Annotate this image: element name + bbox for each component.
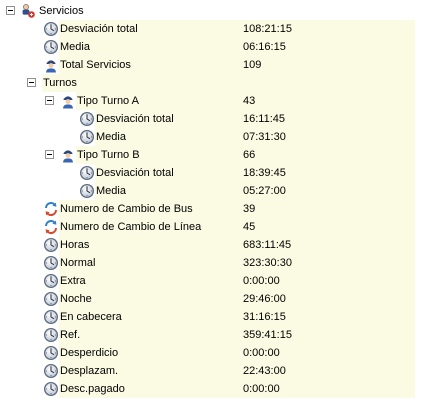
tree-row-desplazam[interactable]: Desplazam. 22:43:00 <box>0 362 441 380</box>
tree-row-label: Tipo Turno B <box>77 149 140 161</box>
tree-row-tipo-turno-b[interactable]: Tipo Turno B 66 <box>0 146 441 164</box>
tree-row-turnos[interactable]: Turnos <box>0 74 441 92</box>
tree-row-value: 0:00:00 <box>243 275 280 287</box>
clock-icon <box>79 165 95 181</box>
collapse-toggle[interactable] <box>45 96 54 105</box>
tree-row-value: 05:27:00 <box>243 185 286 197</box>
tree-row-label: Media <box>96 131 126 143</box>
tree-row-value: 39 <box>243 203 256 215</box>
tree-row-label: Numero de Cambio de Línea <box>60 221 202 233</box>
tree-row-value: 109 <box>243 59 262 71</box>
clock-icon <box>43 255 59 271</box>
tree-row-label: Numero de Cambio de Bus <box>60 203 193 215</box>
clock-icon <box>43 39 59 55</box>
tree-row-label: Noche <box>60 293 92 305</box>
services-group-icon <box>20 3 36 19</box>
tree-row-label: Total Servicios <box>60 59 131 71</box>
tree-row-cambio-bus[interactable]: Numero de Cambio de Bus 39 <box>0 200 441 218</box>
row-highlight <box>59 236 415 254</box>
tree-row-turno-b-media[interactable]: Media 05:27:00 <box>0 182 441 200</box>
clock-icon <box>43 237 59 253</box>
tree-row-label: Media <box>60 41 90 53</box>
tree-row-label: Extra <box>60 275 86 287</box>
person-icon <box>60 147 76 163</box>
tree-row-label: En cabecera <box>60 311 122 323</box>
tree-row-value: 0:00:00 <box>243 383 280 395</box>
row-highlight <box>59 38 415 56</box>
tree-row-extra[interactable]: Extra 0:00:00 <box>0 272 441 290</box>
tree-row-cambio-linea[interactable]: Numero de Cambio de Línea 45 <box>0 218 441 236</box>
tree-row-label: Desviación total <box>96 113 174 125</box>
row-highlight <box>59 254 415 272</box>
tree-row-tipo-turno-a[interactable]: Tipo Turno A 43 <box>0 92 441 110</box>
tree-row-value: 323:30:30 <box>243 257 292 269</box>
tree-row-desperdicio[interactable]: Desperdicio 0:00:00 <box>0 344 441 362</box>
tree-root-servicios[interactable]: Servicios <box>0 2 441 20</box>
exchange-icon <box>43 219 59 235</box>
tree-row-en-cabecera[interactable]: En cabecera 31:16:15 <box>0 308 441 326</box>
tree-row-turno-a-desviacion-total[interactable]: Desviación total 16:11:45 <box>0 110 441 128</box>
clock-icon <box>79 111 95 127</box>
row-highlight <box>59 290 415 308</box>
clock-icon <box>79 183 95 199</box>
tree-row-label: Normal <box>60 257 96 269</box>
tree-row-value: 22:43:00 <box>243 365 286 377</box>
tree-row-label: Desc.pagado <box>60 383 125 395</box>
clock-icon <box>43 291 59 307</box>
tree-row-value: 45 <box>243 221 256 233</box>
tree-view[interactable]: Servicios Desviación total 108:21:15 Media… <box>0 0 441 403</box>
tree-row-turno-a-media[interactable]: Media 07:31:30 <box>0 128 441 146</box>
clock-icon <box>43 327 59 343</box>
row-highlight <box>59 272 415 290</box>
tree-row-media[interactable]: Media 06:16:15 <box>0 38 441 56</box>
tree-root-label: Servicios <box>39 5 84 17</box>
collapse-toggle[interactable] <box>27 78 36 87</box>
tree-row-value: 66 <box>243 149 256 161</box>
clock-icon <box>43 309 59 325</box>
tree-row-desviacion-total[interactable]: Desviación total 108:21:15 <box>0 20 441 38</box>
tree-row-value: 683:11:45 <box>243 239 292 251</box>
row-highlight <box>42 74 415 92</box>
tree-row-value: 0:00:00 <box>243 347 280 359</box>
clock-icon <box>43 363 59 379</box>
tree-row-value: 16:11:45 <box>243 113 286 125</box>
tree-row-value: 359:41:15 <box>243 329 292 341</box>
tree-row-label: Desviación total <box>60 23 138 35</box>
tree-row-label: Media <box>96 185 126 197</box>
tree-row-turno-b-desviacion-total[interactable]: Desviación total 18:39:45 <box>0 164 441 182</box>
tree-row-label: Desperdicio <box>60 347 119 359</box>
tree-row-value: 18:39:45 <box>243 167 286 179</box>
tree-row-label: Ref. <box>60 329 81 341</box>
collapse-toggle[interactable] <box>6 6 15 15</box>
tree-row-value: 108:21:15 <box>243 23 292 35</box>
tree-row-normal[interactable]: Normal 323:30:30 <box>0 254 441 272</box>
clock-icon <box>43 21 59 37</box>
clock-icon <box>79 129 95 145</box>
tree-row-value: 06:16:15 <box>243 41 286 53</box>
tree-row-total-servicios[interactable]: Total Servicios 109 <box>0 56 441 74</box>
tree-row-horas[interactable]: Horas 683:11:45 <box>0 236 441 254</box>
tree-row-label: Desviación total <box>96 167 174 179</box>
tree-row-value: 31:16:15 <box>243 311 286 323</box>
tree-row-label: Tipo Turno A <box>77 95 139 107</box>
exchange-icon <box>43 201 59 217</box>
tree-row-label: Horas <box>60 239 90 251</box>
tree-row-ref[interactable]: Ref. 359:41:15 <box>0 326 441 344</box>
tree-row-desc-pagado[interactable]: Desc.pagado 0:00:00 <box>0 380 441 398</box>
person-icon <box>60 93 76 109</box>
clock-icon <box>43 345 59 361</box>
tree-row-value: 07:31:30 <box>243 131 286 143</box>
tree-row-label: Desplazam. <box>60 365 119 377</box>
tree-row-value: 29:46:00 <box>243 293 286 305</box>
tree-row-noche[interactable]: Noche 29:46:00 <box>0 290 441 308</box>
row-highlight <box>59 326 415 344</box>
tree-row-value: 43 <box>243 95 256 107</box>
tree-row-label: Turnos <box>43 77 77 89</box>
clock-icon <box>43 381 59 397</box>
clock-icon <box>43 273 59 289</box>
collapse-toggle[interactable] <box>45 150 54 159</box>
person-icon <box>43 57 59 73</box>
